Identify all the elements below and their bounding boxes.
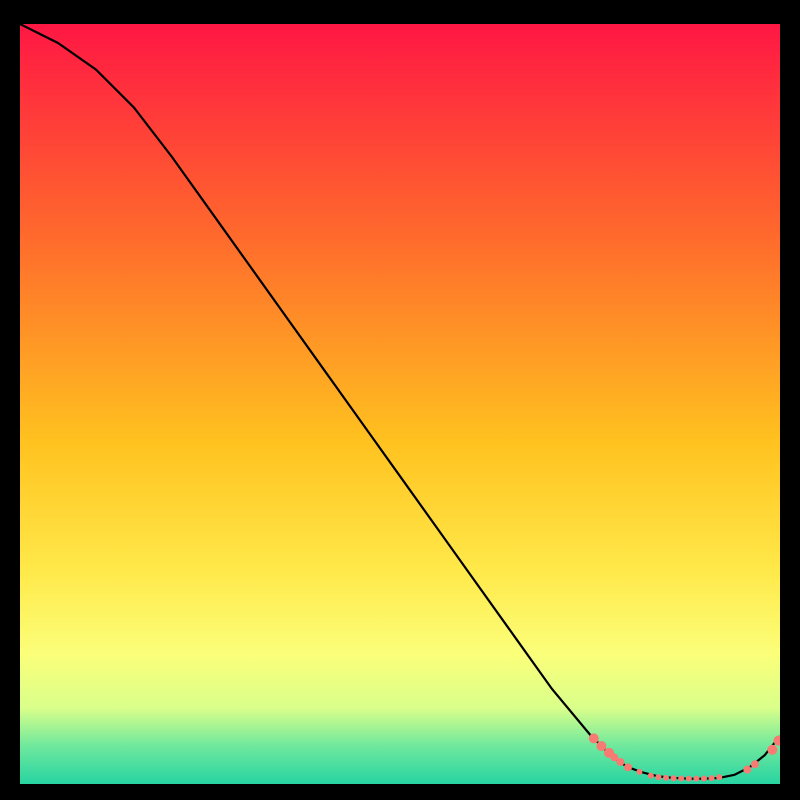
data-marker <box>596 741 606 751</box>
data-marker <box>648 773 654 779</box>
bottleneck-chart <box>20 24 780 784</box>
data-marker <box>589 733 599 743</box>
data-marker <box>716 774 722 780</box>
data-marker <box>701 776 707 782</box>
data-marker <box>678 776 684 782</box>
data-marker <box>624 763 632 771</box>
data-marker <box>743 766 751 774</box>
data-marker <box>767 745 777 755</box>
gradient-background <box>20 24 780 784</box>
data-marker <box>655 774 661 780</box>
data-marker <box>709 775 715 781</box>
data-marker <box>616 758 624 766</box>
data-marker <box>663 775 669 781</box>
data-marker <box>686 776 692 782</box>
data-marker <box>636 769 642 775</box>
data-marker <box>693 776 699 782</box>
chart-frame: TheBottleneck.com <box>20 24 780 784</box>
data-marker <box>751 760 759 768</box>
data-marker <box>671 775 677 781</box>
